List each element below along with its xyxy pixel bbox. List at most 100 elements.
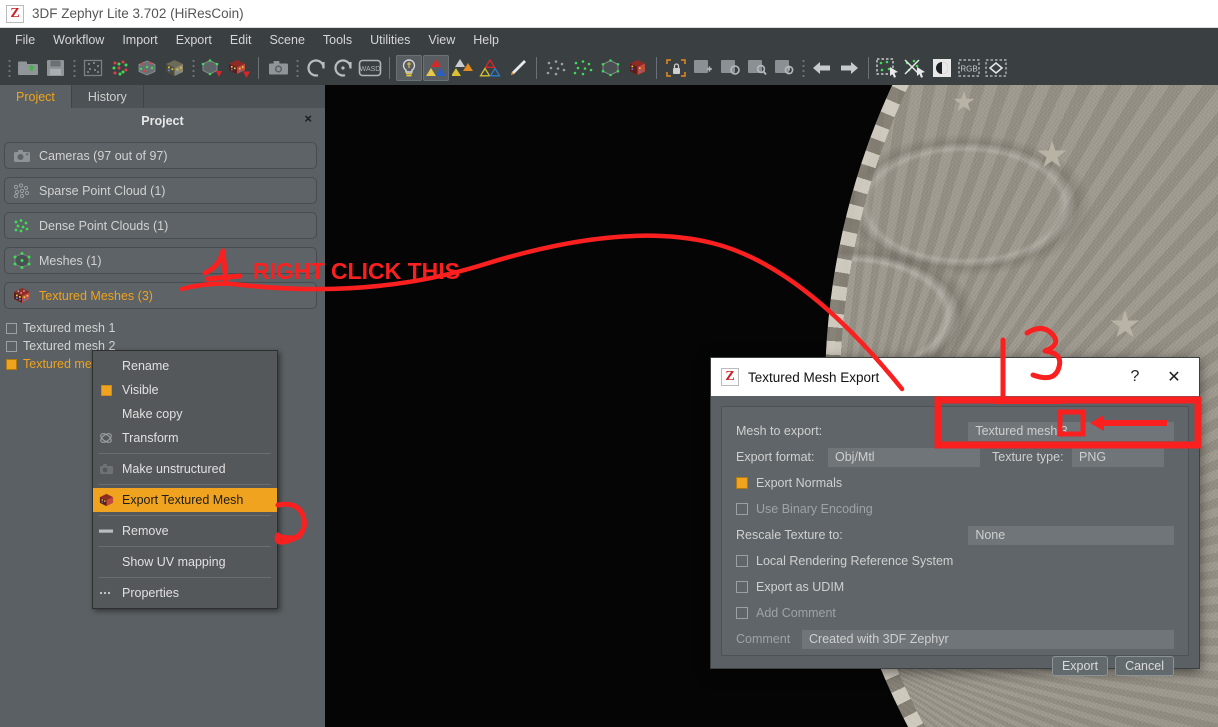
select-lasso-icon[interactable] bbox=[717, 55, 743, 81]
contrast-icon[interactable] bbox=[929, 55, 955, 81]
visibility-checkbox[interactable] bbox=[6, 340, 17, 352]
project-row-dense-point-clouds[interactable]: Dense Point Clouds (1) bbox=[4, 212, 317, 239]
blank-icon bbox=[99, 407, 114, 422]
add-comment-row[interactable]: Add Comment bbox=[736, 601, 1174, 625]
mesh-toggle-icon[interactable] bbox=[597, 55, 623, 81]
menu-item-show-uv-mapping[interactable]: Show UV mapping bbox=[93, 550, 277, 574]
redo-icon[interactable] bbox=[836, 55, 862, 81]
menu-workflow[interactable]: Workflow bbox=[44, 30, 113, 50]
menu-help[interactable]: Help bbox=[464, 30, 508, 50]
menu-bar: File Workflow Import Export Edit Scene T… bbox=[0, 28, 1218, 51]
remove-icon bbox=[99, 524, 114, 539]
close-icon[interactable]: ✕ bbox=[1159, 367, 1189, 387]
list-item-textured-mesh-1[interactable]: Textured mesh 1 bbox=[6, 319, 115, 337]
extract-region-icon[interactable] bbox=[80, 55, 106, 81]
dense-cloud-icon[interactable] bbox=[134, 55, 160, 81]
toolbar-grip[interactable] bbox=[188, 57, 198, 79]
context-menu[interactable]: Rename Visible Make copy Transform Make … bbox=[92, 350, 278, 609]
menu-view[interactable]: View bbox=[419, 30, 464, 50]
sparse-points-toggle-icon[interactable] bbox=[543, 55, 569, 81]
open-project-icon[interactable] bbox=[15, 55, 41, 81]
select-points-icon[interactable] bbox=[875, 55, 901, 81]
toolbar-grip[interactable] bbox=[292, 57, 302, 79]
shading-filled-icon[interactable] bbox=[423, 55, 449, 81]
cancel-button[interactable]: Cancel bbox=[1115, 656, 1174, 676]
undo-icon[interactable] bbox=[809, 55, 835, 81]
dense-points-toggle-icon[interactable] bbox=[570, 55, 596, 81]
tab-project[interactable]: Project bbox=[0, 85, 72, 108]
transform-icon bbox=[99, 431, 114, 446]
zoom-select-icon[interactable] bbox=[744, 55, 770, 81]
toolbar-grip[interactable] bbox=[69, 57, 79, 79]
visibility-checkbox[interactable] bbox=[6, 358, 17, 370]
menu-item-make-unstructured[interactable]: Make unstructured bbox=[93, 457, 277, 481]
visibility-checkbox[interactable] bbox=[6, 322, 17, 334]
lock-view-icon[interactable] bbox=[663, 55, 689, 81]
menu-import[interactable]: Import bbox=[113, 30, 166, 50]
tab-history[interactable]: History bbox=[71, 85, 144, 108]
local-rendering-checkbox[interactable] bbox=[736, 555, 748, 567]
help-button[interactable]: ? bbox=[1120, 368, 1150, 386]
mesh-cube-icon[interactable] bbox=[161, 55, 187, 81]
comment-input[interactable]: Created with 3DF Zephyr bbox=[802, 629, 1174, 649]
menu-item-properties[interactable]: Properties bbox=[93, 581, 277, 605]
menu-scene[interactable]: Scene bbox=[260, 30, 313, 50]
texture-type-label: Texture type: bbox=[992, 450, 1064, 464]
mesh-to-export-select[interactable]: Textured mesh 3 bbox=[968, 421, 1174, 441]
menu-item-remove[interactable]: Remove bbox=[93, 519, 277, 543]
camera-gray-icon bbox=[99, 462, 114, 477]
camera-icon[interactable] bbox=[265, 55, 291, 81]
export-button[interactable]: Export bbox=[1051, 656, 1109, 676]
menu-utilities[interactable]: Utilities bbox=[361, 30, 419, 50]
toolbar-grip[interactable] bbox=[4, 57, 14, 79]
select-point-icon[interactable] bbox=[690, 55, 716, 81]
menu-item-rename[interactable]: Rename bbox=[93, 354, 277, 378]
export-format-select[interactable]: Obj/Mtl bbox=[828, 447, 980, 467]
add-comment-checkbox[interactable] bbox=[736, 607, 748, 619]
project-row-textured-meshes[interactable]: Textured Meshes (3) bbox=[4, 282, 317, 309]
menu-file[interactable]: File bbox=[6, 30, 44, 50]
toolbar-grip[interactable] bbox=[798, 57, 808, 79]
project-row-meshes[interactable]: Meshes (1) bbox=[4, 247, 317, 274]
sparse-cloud-icon[interactable] bbox=[107, 55, 133, 81]
shading-wireframe-icon[interactable] bbox=[477, 55, 503, 81]
rescale-texture-select[interactable]: None bbox=[968, 525, 1174, 545]
menu-item-make-copy[interactable]: Make copy bbox=[93, 402, 277, 426]
shape-select-icon[interactable] bbox=[983, 55, 1009, 81]
export-normals-checkbox[interactable] bbox=[736, 477, 748, 489]
rotate-right-icon[interactable] bbox=[330, 55, 356, 81]
export-udim-row[interactable]: Export as UDIM bbox=[736, 575, 1174, 599]
menu-edit[interactable]: Edit bbox=[221, 30, 261, 50]
export-udim-checkbox[interactable] bbox=[736, 581, 748, 593]
reset-view-icon[interactable] bbox=[771, 55, 797, 81]
mesh-generate-icon[interactable] bbox=[199, 55, 225, 81]
use-binary-encoding-checkbox[interactable] bbox=[736, 503, 748, 515]
menu-item-visible[interactable]: Visible bbox=[93, 378, 277, 402]
lighting-icon[interactable] bbox=[396, 55, 422, 81]
shading-flat-icon[interactable] bbox=[450, 55, 476, 81]
local-rendering-row[interactable]: Local Rendering Reference System bbox=[736, 549, 1174, 573]
project-row-sparse-point-cloud[interactable]: Sparse Point Cloud (1) bbox=[4, 177, 317, 204]
project-row-cameras[interactable]: Cameras (97 out of 97) bbox=[4, 142, 317, 169]
close-icon[interactable]: × bbox=[304, 112, 312, 125]
wasd-navigation-icon[interactable]: WASD bbox=[357, 55, 383, 81]
rotate-left-icon[interactable] bbox=[303, 55, 329, 81]
menu-item-export-textured-mesh[interactable]: Export Textured Mesh bbox=[93, 488, 277, 512]
brush-icon[interactable] bbox=[504, 55, 530, 81]
menu-export[interactable]: Export bbox=[167, 30, 221, 50]
panel-tabs: Project History bbox=[0, 85, 325, 108]
menu-tools[interactable]: Tools bbox=[314, 30, 361, 50]
save-project-icon[interactable] bbox=[42, 55, 68, 81]
textured-mesh-generate-icon[interactable] bbox=[226, 55, 252, 81]
texture-toggle-icon[interactable] bbox=[624, 55, 650, 81]
menu-item-transform[interactable]: Transform bbox=[93, 426, 277, 450]
use-binary-encoding-row[interactable]: Use Binary Encoding bbox=[736, 497, 1174, 521]
menu-item-label: Rename bbox=[122, 359, 170, 373]
mesh-cube-icon bbox=[13, 252, 31, 270]
export-normals-row[interactable]: Export Normals bbox=[736, 471, 1174, 495]
export-textured-mesh-icon bbox=[99, 493, 114, 508]
rgb-icon[interactable]: RGB bbox=[956, 55, 982, 81]
textured-mesh-export-dialog[interactable]: Z Textured Mesh Export ? ✕ Mesh to expor… bbox=[710, 357, 1200, 676]
deselect-points-icon[interactable] bbox=[902, 55, 928, 81]
texture-type-select[interactable]: PNG bbox=[1072, 447, 1164, 467]
